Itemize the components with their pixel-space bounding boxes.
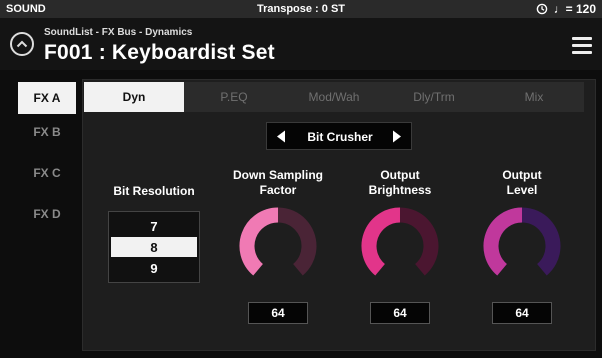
chevron-up-icon[interactable]: [10, 32, 34, 56]
output-brightness-label: Output Brightness: [368, 168, 432, 197]
tab-fx-c[interactable]: FX C: [18, 157, 76, 189]
list-item-selected[interactable]: 8: [111, 237, 197, 257]
section-tabs: Dyn P.EQ Mod/Wah Dly/Trm Mix: [84, 82, 584, 112]
transpose-readout: Transpose : 0 ST: [256, 3, 346, 15]
page-title: F001 : Keyboardist Set: [44, 41, 275, 64]
tab-fx-d[interactable]: FX D: [18, 198, 76, 230]
tempo-readout: ♩= 120: [553, 2, 596, 16]
bit-resolution-list[interactable]: 7 8 9: [108, 211, 200, 283]
tab-dyn[interactable]: Dyn: [84, 82, 184, 112]
status-bar: SOUND Transpose : 0 ST ♩= 120: [0, 0, 602, 18]
tab-mix[interactable]: Mix: [484, 82, 584, 112]
header: SoundList - FX Bus - Dynamics F001 : Key…: [0, 18, 602, 70]
tab-fx-a[interactable]: FX A: [18, 82, 76, 114]
tab-peq[interactable]: P.EQ: [184, 82, 284, 112]
tab-mod-wah[interactable]: Mod/Wah: [284, 82, 384, 112]
output-level-knob[interactable]: [474, 205, 570, 285]
effect-selector: Bit Crusher: [266, 122, 412, 150]
output-brightness-value[interactable]: 64: [370, 302, 430, 324]
breadcrumb: SoundList - FX Bus - Dynamics: [44, 27, 193, 38]
list-item[interactable]: 7: [109, 216, 199, 236]
down-sampling-knob[interactable]: [230, 205, 326, 285]
clock-icon: [536, 3, 547, 15]
down-sampling-value[interactable]: 64: [248, 302, 308, 324]
tab-dly-trm[interactable]: Dly/Trm: [384, 82, 484, 112]
bit-resolution-label: Bit Resolution: [113, 184, 195, 198]
output-brightness-knob[interactable]: [352, 205, 448, 285]
output-level-label: Output Level: [502, 168, 542, 197]
triangle-right-icon[interactable]: [392, 130, 402, 143]
list-item[interactable]: 9: [109, 258, 199, 278]
down-sampling-label: Down Sampling Factor: [233, 168, 323, 197]
output-level-value[interactable]: 64: [492, 302, 552, 324]
hamburger-menu-icon[interactable]: [572, 37, 592, 55]
tab-fx-b[interactable]: FX B: [18, 116, 76, 148]
